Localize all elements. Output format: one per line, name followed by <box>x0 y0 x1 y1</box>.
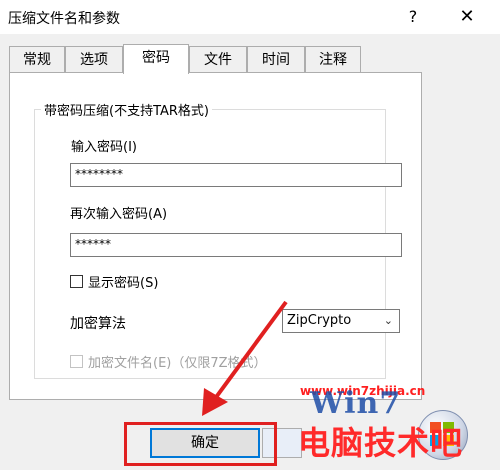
encrypt-filenames-checkbox[interactable] <box>70 355 83 368</box>
reenter-password-label: 再次输入密码(A) <box>70 207 168 222</box>
tab-general[interactable]: 常规 <box>9 46 65 72</box>
highlight-box <box>124 422 277 466</box>
close-button[interactable]: ✕ <box>450 4 484 30</box>
tab-time[interactable]: 时间 <box>247 46 305 72</box>
help-button[interactable]: ? <box>396 4 430 30</box>
tab-password[interactable]: 密码 <box>123 44 189 74</box>
tab-options[interactable]: 选项 <box>65 46 123 72</box>
enter-password-field[interactable]: ******** <box>70 163 402 187</box>
tab-comment[interactable]: 注释 <box>305 46 361 72</box>
annotation-arrow <box>202 300 288 416</box>
watermark-brand: Win7 <box>310 386 402 421</box>
encryption-algorithm-label: 加密算法 <box>70 316 126 332</box>
reenter-password-field[interactable]: ****** <box>70 233 402 257</box>
watermark-chinese: 电脑技术吧 <box>298 424 464 462</box>
tab-files[interactable]: 文件 <box>189 46 247 72</box>
show-password-checkbox[interactable] <box>70 275 83 288</box>
enter-password-label: 输入密码(I) <box>71 140 137 155</box>
groupbox-legend: 带密码压缩(不支持TAR格式) <box>41 100 213 119</box>
chevron-down-icon: ⌄ <box>383 314 393 327</box>
window-title: 压缩文件名和参数 <box>8 11 120 27</box>
title-bar: 压缩文件名和参数 ? ✕ <box>0 0 500 34</box>
show-password-label[interactable]: 显示密码(S) <box>88 272 158 291</box>
